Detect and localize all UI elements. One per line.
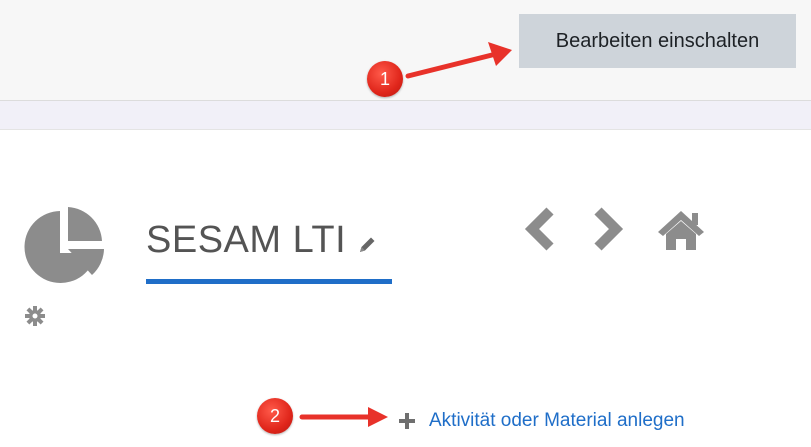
- course-title: SESAM LTI: [146, 219, 347, 261]
- plus-icon: [399, 413, 415, 429]
- nav-band: [0, 100, 811, 130]
- annotation-badge-1: 1: [367, 61, 403, 97]
- pencil-icon[interactable]: [357, 235, 377, 255]
- annotation-arrow-2: [299, 407, 388, 427]
- title-underline: [146, 279, 392, 284]
- chevron-left-icon[interactable]: [520, 205, 560, 253]
- annotation-arrow-1: [405, 42, 512, 79]
- add-activity-link[interactable]: Aktivität oder Material anlegen: [399, 404, 685, 438]
- gear-icon[interactable]: [25, 306, 45, 326]
- pie-chart-icon: [24, 207, 104, 283]
- edit-mode-button[interactable]: Bearbeiten einschalten: [519, 14, 796, 68]
- add-activity-label: Aktivität oder Material anlegen: [429, 410, 685, 431]
- chevron-right-icon[interactable]: [588, 205, 628, 253]
- course-title-row: SESAM LTI: [146, 218, 377, 284]
- home-icon[interactable]: [656, 205, 706, 253]
- annotation-badge-2: 2: [257, 398, 293, 434]
